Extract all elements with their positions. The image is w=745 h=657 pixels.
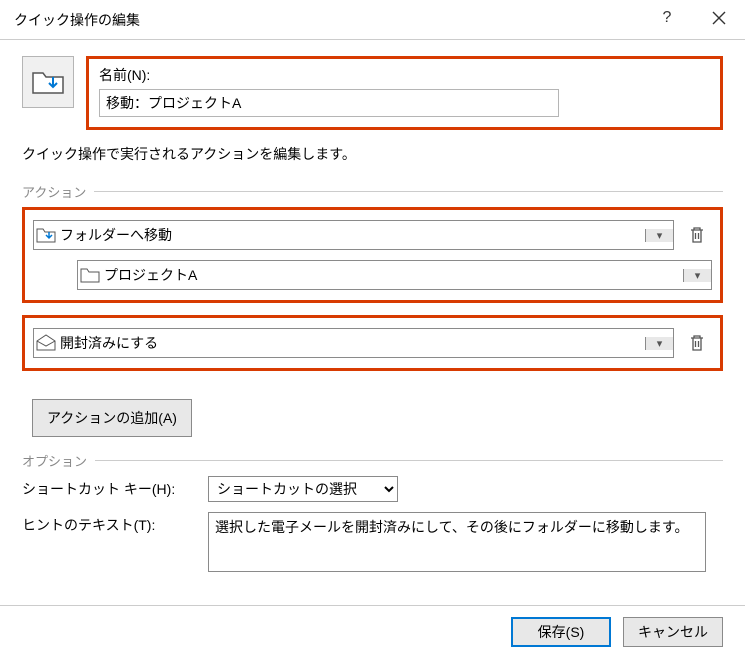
open-envelope-icon bbox=[34, 333, 58, 353]
chevron-down-icon: ▾ bbox=[645, 337, 673, 350]
options-section-header: オプション bbox=[22, 451, 723, 470]
action-type-label: 開封済みにする bbox=[58, 333, 645, 353]
folder-icon bbox=[78, 265, 102, 285]
chevron-down-icon: ▾ bbox=[683, 269, 711, 282]
delete-action-button[interactable] bbox=[682, 328, 712, 358]
close-button[interactable] bbox=[693, 0, 745, 36]
options-section-label: オプション bbox=[22, 451, 87, 470]
delete-action-button[interactable] bbox=[682, 220, 712, 250]
folder-move-icon bbox=[34, 225, 58, 245]
help-button[interactable]: ? bbox=[641, 0, 693, 36]
action-type-label: フォルダーへ移動 bbox=[58, 225, 645, 245]
action-type-select[interactable]: 開封済みにする ▾ bbox=[33, 328, 674, 358]
close-icon bbox=[712, 11, 726, 25]
hint-text-input[interactable] bbox=[208, 512, 706, 572]
titlebar: クイック操作の編集 ? bbox=[0, 0, 745, 40]
quickstep-icon-picker[interactable] bbox=[22, 56, 74, 108]
actions-section-label: アクション bbox=[22, 182, 86, 201]
folder-target-label: プロジェクトA bbox=[102, 265, 683, 285]
name-label: 名前(N): bbox=[99, 65, 710, 85]
dialog-button-bar: 保存(S) キャンセル bbox=[0, 605, 745, 657]
name-highlight: 名前(N): bbox=[86, 56, 723, 130]
chevron-down-icon: ▾ bbox=[645, 229, 673, 242]
actions-section-header: アクション bbox=[22, 182, 723, 201]
hint-text-label: ヒントのテキスト(T): bbox=[22, 512, 192, 535]
shortcut-key-select[interactable]: ショートカットの選択 bbox=[208, 476, 398, 502]
trash-icon bbox=[689, 226, 705, 244]
name-input[interactable] bbox=[99, 89, 559, 117]
cancel-button[interactable]: キャンセル bbox=[623, 617, 723, 647]
save-button[interactable]: 保存(S) bbox=[511, 617, 611, 647]
folder-move-icon bbox=[31, 67, 65, 97]
trash-icon bbox=[689, 334, 705, 352]
add-action-button[interactable]: アクションの追加(A) bbox=[32, 399, 192, 437]
action-group-2-highlight: 開封済みにする ▾ bbox=[22, 315, 723, 371]
description-text: クイック操作で実行されるアクションを編集します。 bbox=[22, 144, 723, 164]
action-group-1-highlight: フォルダーへ移動 ▾ プロジェクトA ▾ bbox=[22, 207, 723, 303]
window-title: クイック操作の編集 bbox=[14, 10, 140, 30]
shortcut-key-label: ショートカット キー(H): bbox=[22, 476, 192, 499]
folder-target-select[interactable]: プロジェクトA ▾ bbox=[77, 260, 712, 290]
action-type-select[interactable]: フォルダーへ移動 ▾ bbox=[33, 220, 674, 250]
